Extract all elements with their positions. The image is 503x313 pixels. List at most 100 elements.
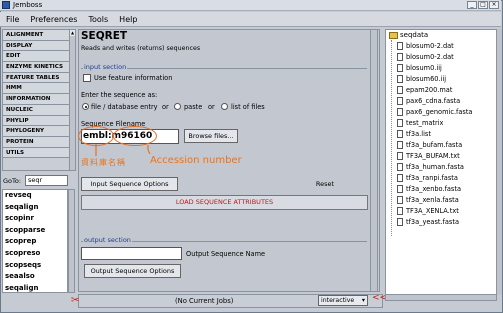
app-icon: [2, 1, 10, 9]
file-icon: [397, 163, 403, 171]
output-section-title: output section: [83, 236, 132, 244]
program-list-item[interactable]: revseq: [3, 190, 67, 202]
file-icon: [397, 196, 403, 204]
menu-help[interactable]: Help: [119, 15, 137, 24]
close-icon[interactable]: ×: [489, 1, 499, 9]
file-tree-item[interactable]: pax6_genomic.fasta: [397, 108, 472, 116]
file-tree-item[interactable]: tf3a_xenbo.fasta: [397, 185, 461, 193]
radio-list-of-files[interactable]: [221, 103, 228, 110]
file-tree-item[interactable]: tf3a_yeast.fasta: [397, 218, 459, 226]
minimize-icon[interactable]: _: [467, 1, 477, 9]
menu-preferences[interactable]: Preferences: [30, 15, 77, 24]
run-mode-select[interactable]: interactive ▾: [318, 295, 368, 306]
file-tree-item[interactable]: blosum60.iij: [397, 75, 446, 83]
file-tree-item[interactable]: test_matrix: [397, 119, 443, 127]
output-sequence-name-input[interactable]: [81, 247, 182, 260]
nav-group-utils[interactable]: UTILS: [3, 147, 70, 159]
file-tree-scrollbar[interactable]: [497, 29, 502, 295]
file-icon: [397, 42, 403, 50]
goto-input[interactable]: seqr: [25, 175, 68, 186]
file-tree-item[interactable]: pax6_cdna.fasta: [397, 97, 460, 105]
menu-tools[interactable]: Tools: [88, 15, 108, 24]
program-list-item[interactable]: scopseqs: [3, 260, 67, 272]
file-icon: [397, 174, 403, 182]
file-icon: [397, 152, 403, 160]
scroll-up-icon[interactable]: ▲: [70, 30, 75, 36]
radio-file-database[interactable]: [82, 103, 89, 110]
menu-file[interactable]: File: [6, 15, 19, 24]
nav-group-phylogeny[interactable]: PHYLOGENY: [3, 126, 70, 137]
file-tree-item[interactable]: tf3a.list: [397, 130, 431, 138]
radio-file-database-label: file / database entry: [91, 103, 158, 111]
program-list-item[interactable]: scopreso: [3, 248, 67, 260]
program-description: Reads and writes (returns) sequences: [81, 45, 201, 52]
file-tree-item[interactable]: tf3a_human.fasta: [397, 163, 464, 171]
nav-group-protein[interactable]: PROTEIN: [3, 136, 70, 148]
nav-group-nucleic[interactable]: NUCLEIC: [3, 104, 70, 116]
tools-icon[interactable]: ✂: [71, 295, 81, 307]
nav-group-enzyme-kinetics[interactable]: ENZYME KINETICS: [3, 62, 70, 73]
program-title: SEQRET: [81, 30, 128, 42]
goto-label: GoTo:: [3, 177, 22, 185]
nav-group-feature-tables[interactable]: FEATURE TABLES: [3, 72, 70, 84]
file-tree-item[interactable]: tf3a_ranpi.fasta: [397, 174, 458, 182]
file-icon: [397, 185, 403, 193]
folder-icon: [389, 31, 398, 39]
file-icon: [397, 53, 403, 61]
group-list-scrollbar[interactable]: ▲: [69, 29, 76, 171]
tree-root-folder[interactable]: seqdata: [389, 31, 428, 39]
window-title: Jemboss: [13, 1, 43, 9]
file-name: tf3a_bufam.fasta: [406, 141, 463, 149]
load-sequence-attributes-button[interactable]: LOAD SEQUENCE ATTRIBUTES: [81, 195, 368, 210]
file-name: tf3a_human.fasta: [406, 163, 464, 171]
file-tree-item[interactable]: blosum0.iij: [397, 64, 442, 72]
nav-group-hmm[interactable]: HMM: [3, 83, 70, 95]
program-list-item[interactable]: seqalign: [3, 202, 67, 214]
file-tree-item[interactable]: TF3A_XENLA.txt: [397, 207, 459, 215]
file-icon: [397, 218, 403, 226]
nav-group-edit[interactable]: EDIT: [3, 51, 70, 63]
file-icon: [397, 119, 403, 127]
file-tree-item[interactable]: blosum0-2.dat: [397, 53, 454, 61]
program-list-item[interactable]: scoprep: [3, 236, 67, 248]
file-name: blosum0.iij: [406, 64, 442, 72]
file-name: test_matrix: [406, 119, 444, 127]
output-sequence-options-button[interactable]: Output Sequence Options: [84, 264, 181, 278]
nav-group-display[interactable]: DISPLAY: [3, 40, 70, 52]
file-icon: [397, 141, 403, 149]
form-scrollbar[interactable]: [370, 29, 378, 292]
accession-number-annotation: Accession number: [150, 155, 242, 166]
database-name-highlight: [78, 126, 114, 146]
maximize-icon[interactable]: □: [478, 1, 488, 9]
program-list-item[interactable]: scopparse: [3, 225, 67, 237]
use-feature-checkbox[interactable]: [83, 74, 91, 82]
title-bar: Jemboss _ □ ×: [0, 0, 501, 11]
program-list-scrollbar[interactable]: [68, 189, 75, 293]
input-sequence-options-button[interactable]: Input Sequence Options: [81, 177, 178, 191]
file-tree-item[interactable]: tf3a_bufam.fasta: [397, 141, 462, 149]
radio-paste[interactable]: [174, 103, 181, 110]
file-icon: [397, 64, 403, 72]
accession-highlight: [113, 126, 157, 146]
file-tree-item[interactable]: TF3A_BUFAM.txt: [397, 152, 460, 160]
file-tree-item[interactable]: blosum0-2.dat: [397, 42, 454, 50]
file-name: tf3a_yeast.fasta: [406, 218, 459, 226]
file-tree-horizontal-scrollbar[interactable]: [385, 294, 497, 301]
program-list-item[interactable]: scopinr: [3, 213, 67, 225]
program-list-item[interactable]: seqalign: [3, 283, 67, 292]
nav-group-alignment[interactable]: ALIGNMENT: [3, 30, 70, 41]
window-controls: _ □ ×: [467, 1, 499, 9]
file-tree-item[interactable]: epam200.mat: [397, 86, 452, 94]
file-icon: [397, 97, 403, 105]
jobs-status: (No Current Jobs): [175, 297, 234, 305]
browse-files-button[interactable]: Browse files...: [184, 129, 238, 143]
file-icon: [397, 75, 403, 83]
file-tree-item[interactable]: tf3a_xenla.fasta: [397, 196, 459, 204]
file-icon: [397, 207, 403, 215]
file-name: blosum0-2.dat: [406, 42, 454, 50]
file-name: tf3a_ranpi.fasta: [406, 174, 458, 182]
nav-group-information[interactable]: INFORMATION: [3, 94, 70, 105]
program-list-item[interactable]: seaalso: [3, 271, 67, 283]
reset-button[interactable]: Reset: [309, 177, 341, 191]
nav-group-phylip[interactable]: PHYLIP: [3, 115, 70, 127]
